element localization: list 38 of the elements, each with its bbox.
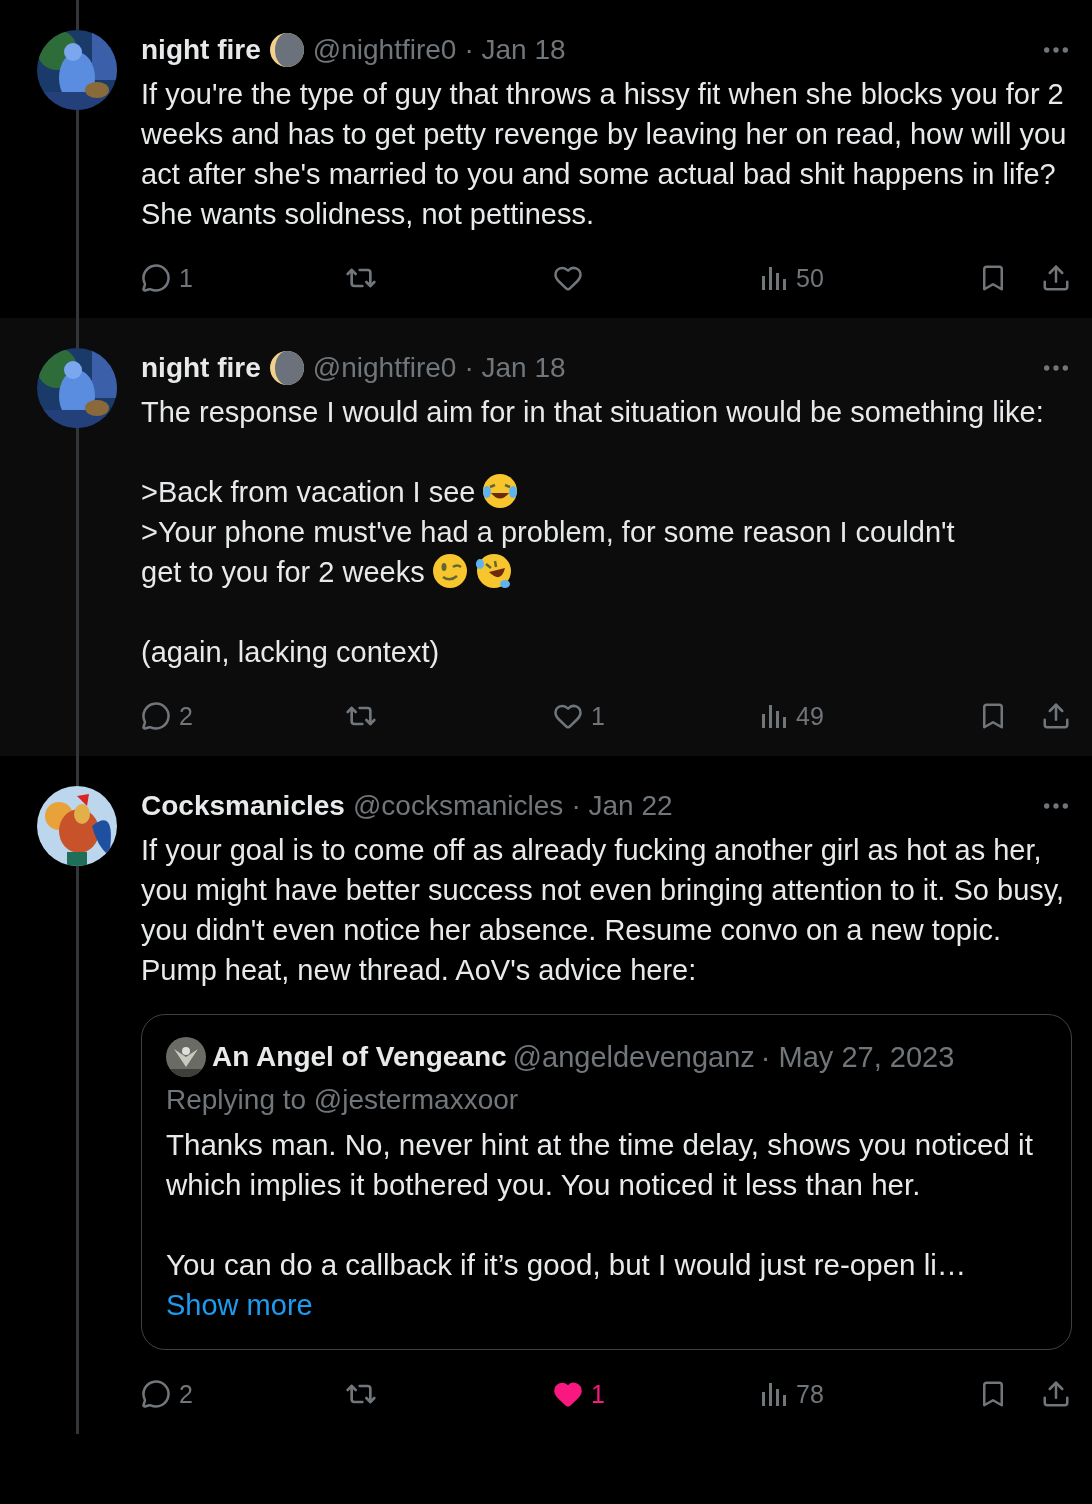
post-date: · May 27, 2023	[760, 1040, 955, 1074]
quoted-tweet[interactable]	[141, 1014, 1072, 1350]
quote-text: Thanks man. No, never hint at the time delay, shows you noticed it which implies it bothered you. You noticed it less than her.	[166, 1127, 1034, 1203]
show-more-link[interactable]: Show more	[166, 1289, 313, 1321]
tweet-text: >Your phone must've had a problem, for some reason I couldn't	[141, 516, 955, 548]
tweet-text: If your goal is to come off as already fucking another girl as hot as her, you might have better success not even bringing attention to it. So busy, you didn't even notice her absence. Resume convo on a new topic. Pump heat, new thread. AoV's advice here:	[141, 834, 1065, 986]
views-icon	[760, 264, 788, 292]
replying-to: Replying to @jestermaxxoor	[166, 1083, 520, 1117]
tweet-text: get to you for 2 weeks	[141, 556, 425, 588]
quote-text: You can do a callback if it’s good, but I would just re-open li…	[166, 1247, 968, 1283]
author-name[interactable]: night fire	[141, 352, 261, 384]
views-button[interactable]: 78	[760, 1379, 824, 1409]
author-handle[interactable]: @nightfire0	[312, 34, 457, 66]
post-date: · Jan 18	[464, 34, 566, 66]
post-date: · Jan 22	[571, 790, 673, 822]
author-handle[interactable]: @nightfire0	[312, 352, 457, 384]
tweet-text: If you're the type of guy that throws a hissy fit when she blocks you for 2 weeks and has to get petty revenge by leaving her on read, how will you act after she's married to you and some actual bad shit happens in life? She wants solidness, not pettiness.	[141, 78, 1067, 230]
author-name[interactable]: Cocksmanicles	[141, 790, 345, 822]
share-button[interactable]	[1041, 701, 1071, 731]
tweet-text: (again, lacking context)	[141, 636, 440, 668]
views-button[interactable]: 49	[760, 701, 824, 731]
like-button[interactable]: 1	[553, 1379, 605, 1409]
share-button[interactable]	[1041, 1379, 1071, 1409]
views-button[interactable]: 50	[760, 263, 824, 293]
views-icon	[760, 1380, 788, 1408]
tweet-text: >Back from vacation I see	[141, 476, 476, 508]
post-date: · Jan 18	[464, 352, 566, 384]
author-name[interactable]: An Angel of Vengeanc	[212, 1041, 507, 1073]
laughing-emoji-icon	[481, 472, 520, 510]
like-button[interactable]: 1	[553, 701, 605, 731]
views-icon	[760, 702, 788, 730]
winking-emoji-icon	[430, 552, 469, 590]
share-button[interactable]	[1041, 263, 1071, 293]
author-name[interactable]: night fire	[141, 34, 261, 66]
author-handle[interactable]: @cocksmanicles	[352, 790, 564, 822]
tweet-text: The response I would aim for in that situation would be something like:	[141, 396, 1044, 428]
author-handle[interactable]: @angeldevenganz	[512, 1040, 755, 1074]
rolling-laughing-emoji-icon	[474, 552, 513, 590]
